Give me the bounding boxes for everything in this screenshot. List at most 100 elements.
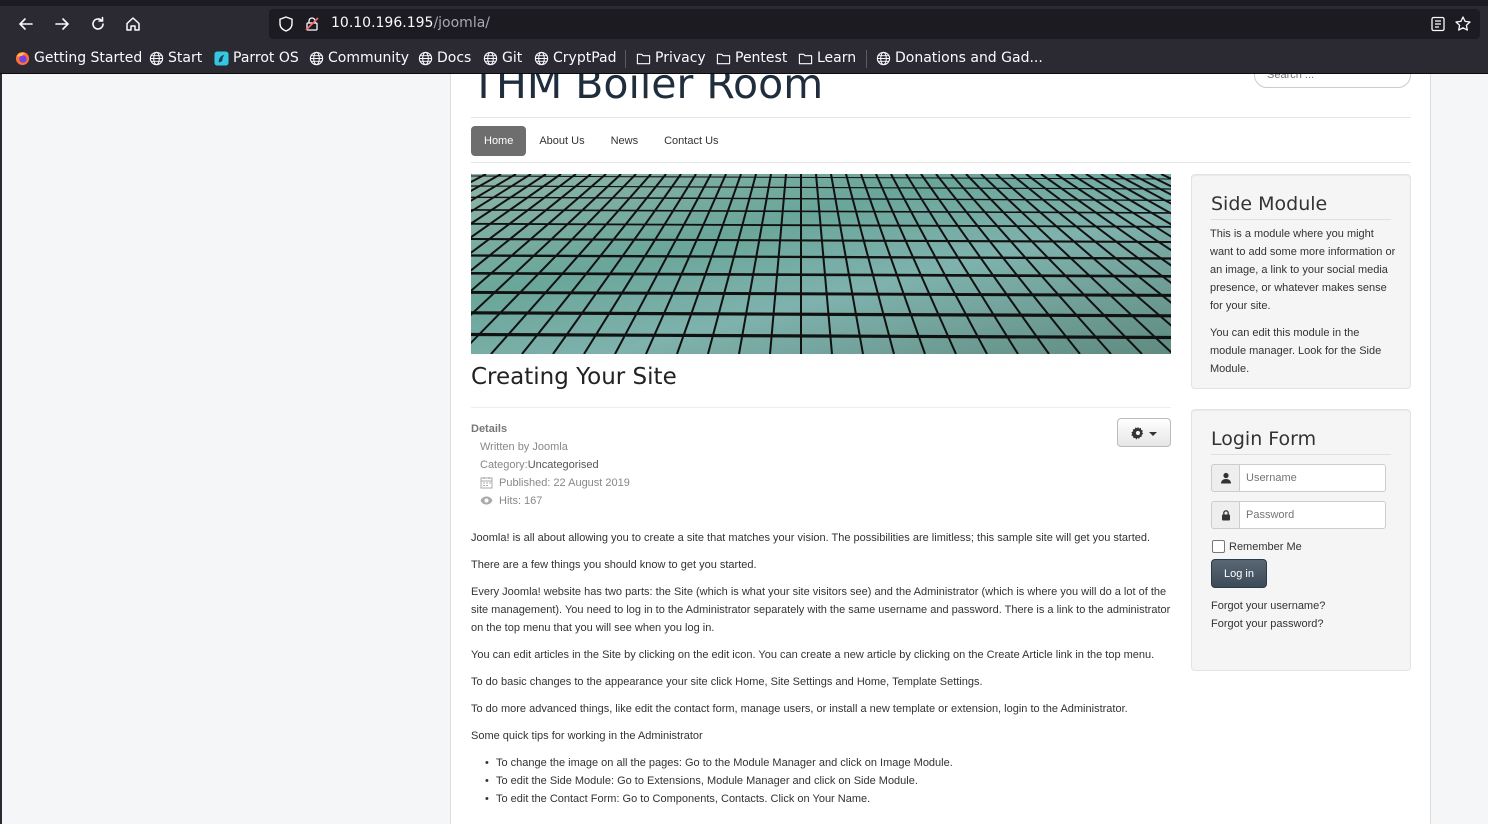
bookmark-label: Pentest <box>735 50 788 66</box>
bookmark-label: CryptPad <box>553 50 617 66</box>
bookmark-cryptpad[interactable]: CryptPad <box>534 49 616 67</box>
bookmark-docs[interactable]: Docs <box>418 49 471 67</box>
bookmark-donations[interactable]: Donations and Gad... <box>876 49 1043 67</box>
list-item: To edit the Side Module: Go to Extension… <box>471 772 1171 790</box>
details-heading: Details <box>471 423 508 435</box>
side-module-title: Side Module <box>1211 193 1328 215</box>
globe-icon <box>418 51 433 65</box>
bookmark-label: Privacy <box>655 50 706 66</box>
side-module-text: This is a module where you might want to… <box>1210 228 1396 312</box>
menu-item-about-us[interactable]: About Us <box>526 126 597 156</box>
side-module: Side Module This is a module where you m… <box>1191 174 1411 389</box>
calendar-icon <box>480 477 493 489</box>
remember-me[interactable]: Remember Me <box>1212 540 1302 553</box>
password-input[interactable] <box>1239 501 1386 529</box>
username-input[interactable] <box>1239 464 1386 492</box>
address-bar[interactable]: 10.10.196.195/joomla/ <box>269 9 1480 39</box>
search-input[interactable] <box>1255 74 1410 87</box>
page-viewport[interactable]: THM Boiler Room Home About Us News Conta… <box>0 74 1488 824</box>
folder-icon <box>798 53 813 64</box>
search-field[interactable] <box>1254 74 1411 88</box>
divider <box>471 117 1411 118</box>
banner-grid-graphic <box>471 174 1171 354</box>
hits-text: Hits: 167 <box>499 494 543 507</box>
bookmark-community[interactable]: Community <box>309 49 409 67</box>
home-icon <box>126 17 140 31</box>
bookmark-label: Getting Started <box>34 50 143 66</box>
bookmark-git[interactable]: Git <box>483 49 522 67</box>
url-text[interactable]: 10.10.196.195/joomla/ <box>331 15 490 31</box>
parrot-icon <box>214 50 229 66</box>
menu-item-news[interactable]: News <box>598 126 652 156</box>
side-module-text: You can edit this module in the module m… <box>1210 327 1382 375</box>
article-paragraph: Joomla! is all about allowing you to cre… <box>471 532 1151 544</box>
globe-icon <box>309 51 324 65</box>
list-item: To change the image on all the pages: Go… <box>471 754 1171 772</box>
forgot-username-link[interactable]: Forgot your username? <box>1211 600 1325 612</box>
site-brand[interactable]: THM Boiler Room <box>471 74 823 108</box>
arrow-left-icon <box>18 18 33 30</box>
main-menu: Home About Us News Contact Us <box>471 126 732 156</box>
globe-icon <box>149 51 164 65</box>
article-published: Published: 22 August 2019 <box>480 476 630 489</box>
bookmark-separator <box>866 50 867 68</box>
forgot-password-link[interactable]: Forgot your password? <box>1211 618 1324 630</box>
bookmark-star-icon[interactable] <box>1454 15 1472 33</box>
article-paragraph: There are a few things you should know t… <box>471 559 757 571</box>
bookmark-start[interactable]: Start <box>149 49 202 67</box>
login-title: Login Form <box>1211 428 1317 450</box>
folder-icon <box>636 53 651 64</box>
gear-icon <box>1131 426 1144 440</box>
tips-list: To change the image on all the pages: Go… <box>471 754 1171 808</box>
back-button[interactable] <box>12 10 40 38</box>
article-tools-button[interactable] <box>1117 418 1171 447</box>
bookmark-label: Parrot OS <box>233 50 299 66</box>
published-text: Published: 22 August 2019 <box>499 476 630 489</box>
menu-item-contact-us[interactable]: Contact Us <box>651 126 731 156</box>
banner-image <box>471 174 1171 354</box>
bookmark-parrot-os[interactable]: Parrot OS <box>214 49 299 67</box>
menu-item-home[interactable]: Home <box>471 126 527 156</box>
home-button[interactable] <box>119 10 147 38</box>
category-link[interactable]: Uncategorised <box>528 459 599 471</box>
user-addon <box>1211 464 1239 492</box>
bookmark-label: Git <box>502 50 523 66</box>
divider <box>1211 219 1391 220</box>
bookmark-label: Start <box>168 50 203 66</box>
reload-icon <box>92 16 104 30</box>
article-paragraph: To do basic changes to the appearance yo… <box>471 676 983 688</box>
bookmark-getting-started[interactable]: Getting Started <box>15 49 142 67</box>
password-group <box>1211 501 1386 529</box>
forward-button[interactable] <box>48 10 76 38</box>
article-paragraph: Some quick tips for working in the Admin… <box>471 730 703 742</box>
article-hits: Hits: 167 <box>480 494 542 507</box>
user-icon <box>1220 472 1231 484</box>
eye-icon <box>480 496 493 505</box>
article-paragraph: To do more advanced things, like edit th… <box>471 703 1128 715</box>
viewport-left-edge <box>0 74 2 824</box>
reload-button[interactable] <box>84 10 112 38</box>
bookmark-folder-learn[interactable]: Learn <box>798 49 856 67</box>
bookmark-label: Learn <box>817 50 857 66</box>
folder-icon <box>716 53 731 64</box>
lock-addon <box>1211 501 1239 529</box>
globe-icon <box>534 51 549 65</box>
bookmark-folder-privacy[interactable]: Privacy <box>636 49 706 67</box>
reader-view-icon[interactable] <box>1430 16 1446 32</box>
login-button[interactable]: Log in <box>1211 559 1267 588</box>
remember-checkbox[interactable] <box>1212 540 1225 553</box>
bookmark-folder-pentest[interactable]: Pentest <box>716 49 787 67</box>
article-title[interactable]: Creating Your Site <box>471 364 677 390</box>
site-container: THM Boiler Room Home About Us News Conta… <box>450 74 1431 824</box>
insecure-lock-icon[interactable] <box>303 15 321 33</box>
author-text: Written by Joomla <box>480 441 568 453</box>
shield-icon[interactable] <box>277 15 295 33</box>
chevron-down-icon <box>1149 431 1157 436</box>
article-paragraph: You can edit articles in the Site by cli… <box>471 649 1155 661</box>
firefox-icon <box>15 51 30 65</box>
bookmark-label: Donations and Gad... <box>895 50 1043 66</box>
list-item: To edit the Contact Form: Go to Componen… <box>471 790 1171 808</box>
browser-toolbar: 10.10.196.195/joomla/ <box>0 6 1488 42</box>
globe-icon <box>483 51 498 65</box>
divider <box>1211 454 1391 455</box>
